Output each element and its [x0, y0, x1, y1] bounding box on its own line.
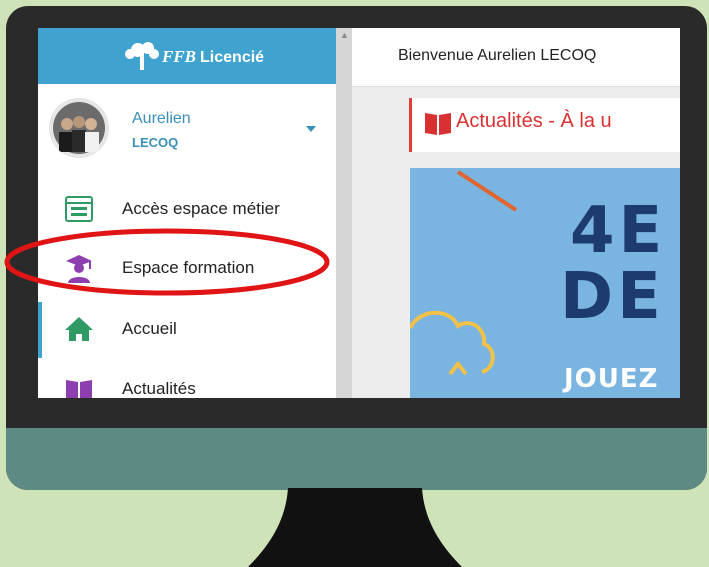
dashboard-icon [65, 196, 93, 222]
user-first-name[interactable]: Aurelien [132, 110, 191, 128]
sidebar: FFB Licencié Aurelien LECOQ Accès espace… [38, 28, 336, 398]
news-title: Actualités - À la u [456, 110, 612, 132]
sidebar-item-label: Actualités [122, 379, 196, 398]
sidebar-item-espace-formation[interactable]: Espace formation [38, 241, 336, 297]
banner-line-2: DE [560, 260, 665, 334]
chevron-down-icon[interactable] [306, 126, 316, 132]
brand-bar: FFB Licencié [38, 28, 336, 84]
brand-title: FFB Licencié [162, 47, 264, 67]
sidebar-item-label: Accès espace métier [122, 199, 280, 218]
sidebar-scrollbar[interactable]: ▲ [336, 28, 352, 398]
sidebar-item-accueil[interactable]: Accueil [38, 302, 336, 358]
tree-logo-icon [125, 42, 159, 70]
banner-line-3: JOUEZ [564, 364, 659, 394]
banner-line-1: 4E [570, 194, 667, 268]
book-icon [66, 380, 92, 398]
news-header[interactable]: Actualités - À la u [409, 98, 680, 152]
avatar-photo-icon [49, 98, 109, 158]
active-indicator [38, 302, 42, 358]
sidebar-item-label: Espace formation [122, 258, 255, 277]
user-block[interactable]: Aurelien LECOQ [38, 84, 336, 196]
home-icon [65, 317, 93, 341]
welcome-text: Bienvenue Aurelien LECOQ [398, 47, 597, 64]
sidebar-item-label: Accueil [122, 319, 177, 338]
brand-prefix: FFB [162, 47, 197, 66]
main-content: Bienvenue Aurelien LECOQ Actualités - À … [352, 28, 680, 398]
user-last-name[interactable]: LECOQ [132, 135, 178, 150]
brand-label: Licencié [200, 49, 265, 66]
book-icon [425, 113, 451, 135]
top-bar: Bienvenue Aurelien LECOQ [352, 28, 680, 87]
avatar[interactable] [49, 98, 109, 158]
chevron-up-icon[interactable]: ▲ [340, 31, 349, 40]
news-banner[interactable]: 4E DE JOUEZ [410, 168, 680, 398]
sidebar-item-acces-espace-metier[interactable]: Accès espace métier [38, 182, 336, 238]
screen: FFB Licencié Aurelien LECOQ Accès espace… [38, 28, 680, 398]
sidebar-item-actualites[interactable]: Actualités [38, 362, 336, 398]
monitor-chin [6, 428, 707, 490]
graduate-icon [66, 255, 92, 283]
monitor-stand [248, 488, 462, 567]
